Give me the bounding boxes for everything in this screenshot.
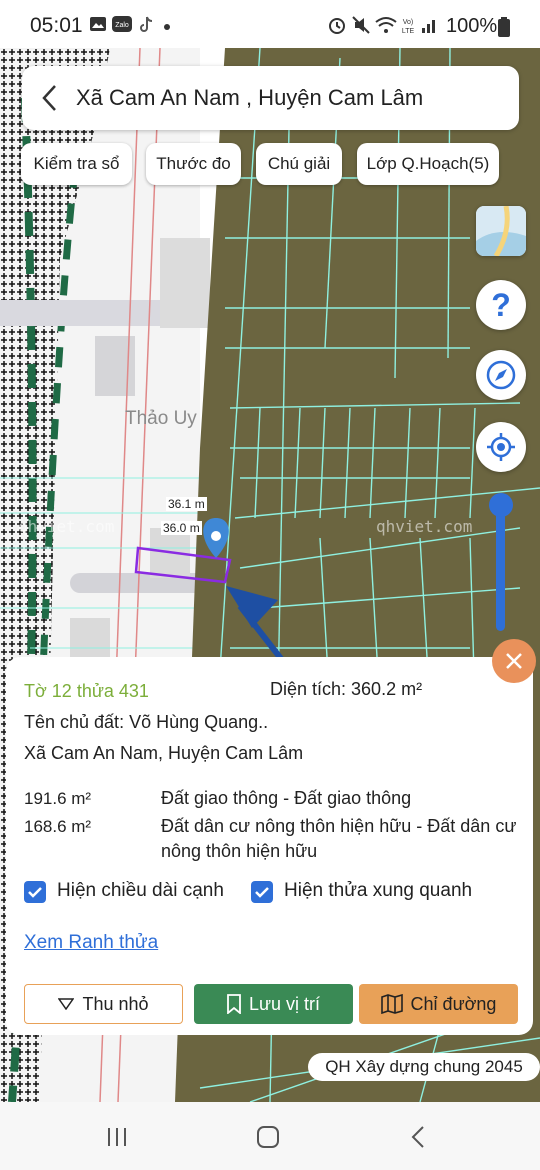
watermark-left: qhviet.com (18, 517, 115, 536)
legend-button[interactable]: Chú giải (256, 143, 342, 185)
svg-text:Vo): Vo) (403, 19, 414, 26)
land-use-desc: Đất dân cư nông thôn hiện hữu - Đất dân … (161, 816, 517, 861)
planning-layer-button[interactable]: Lớp Q.Hoạch(5) (357, 143, 499, 185)
home-icon[interactable] (256, 1125, 280, 1149)
status-bar: 05:01 Zalo Vo) LTE 100% (0, 0, 540, 48)
map-type-thumbnail[interactable] (476, 206, 526, 256)
parcel-area: Diện tích: 360.2 m² (270, 679, 423, 699)
wifi-icon (375, 17, 397, 33)
map-icon (380, 994, 403, 1014)
page-title: Xã Cam An Nam , Huyện Cam Lâm (76, 85, 424, 110)
parcel-id: Tờ 12 thửa 431 (24, 681, 149, 701)
my-location-icon[interactable] (476, 422, 526, 472)
parcel-info-panel: Tờ 12 thửa 431 Diện tích: 360.2 m² Tên c… (6, 657, 533, 1035)
owner-name: Tên chủ đất: Võ Hùng Quang.. (24, 712, 269, 732)
alarm-icon (329, 18, 345, 34)
battery-percent: 100% (446, 15, 498, 37)
mute-icon (352, 16, 370, 34)
minimize-label: Thu nhỏ (82, 993, 149, 1014)
signal-icon (422, 20, 435, 33)
show-neighbors-checkbox[interactable] (251, 881, 273, 903)
place-label: Thảo Uy (125, 408, 197, 429)
svg-text:Zalo: Zalo (115, 22, 129, 29)
header-card: Xã Cam An Nam , Huyện Cam Lâm (22, 66, 519, 130)
svg-text:LTE: LTE (402, 28, 415, 34)
parcel-address: Xã Cam An Nam, Huyện Cam Lâm (24, 743, 304, 763)
gallery-icon (90, 17, 106, 31)
show-edge-length-label: Hiện chiều dài cạnh (57, 880, 224, 901)
volte-icon: Vo) LTE (402, 19, 415, 34)
zoom-slider[interactable] (496, 503, 505, 631)
tiktok-icon (140, 16, 153, 32)
land-use-area: 191.6 m² (24, 789, 92, 808)
check-book-button[interactable]: Kiểm tra sổ (21, 143, 132, 185)
back-icon[interactable] (410, 1125, 426, 1149)
dot-icon (164, 24, 170, 30)
zalo-icon: Zalo (112, 16, 132, 32)
close-icon (506, 653, 522, 669)
land-use-area: 168.6 m² (24, 817, 92, 836)
bookmark-icon (227, 994, 241, 1014)
save-location-label: Lưu vị trí (248, 993, 321, 1014)
measure-button[interactable]: Thước đo (146, 143, 241, 185)
status-time: 05:01 (30, 14, 83, 37)
plan-badge[interactable]: QH Xây dựng chung 2045 (308, 1053, 540, 1081)
compass-icon[interactable] (476, 350, 526, 400)
show-neighbors-label: Hiện thửa xung quanh (284, 880, 473, 901)
land-use-desc: Đất giao thông - Đất giao thông (161, 788, 412, 808)
edge-length-label: 36.1 m (166, 497, 207, 511)
watermark-right: qhviet.com (376, 517, 473, 536)
recent-apps-icon[interactable] (106, 1126, 128, 1148)
minimize-button[interactable]: Thu nhỏ (24, 984, 183, 1024)
edge-length-label: 36.0 m (161, 521, 202, 535)
save-location-button[interactable]: Lưu vị trí (194, 984, 353, 1024)
back-arrow-icon[interactable] (22, 66, 76, 130)
view-boundary-link[interactable]: Xem Ranh thửa (24, 932, 158, 954)
directions-label: Chỉ đường (410, 993, 497, 1014)
show-edge-length-checkbox[interactable] (24, 881, 46, 903)
help-icon[interactable]: ? (476, 280, 526, 330)
battery-icon (498, 17, 510, 37)
triangle-down-icon (58, 998, 75, 1010)
zoom-slider-handle[interactable] (489, 493, 513, 517)
system-nav-bar (0, 1102, 540, 1170)
close-panel-button[interactable] (492, 639, 536, 683)
directions-button[interactable]: Chỉ đường (359, 984, 518, 1024)
